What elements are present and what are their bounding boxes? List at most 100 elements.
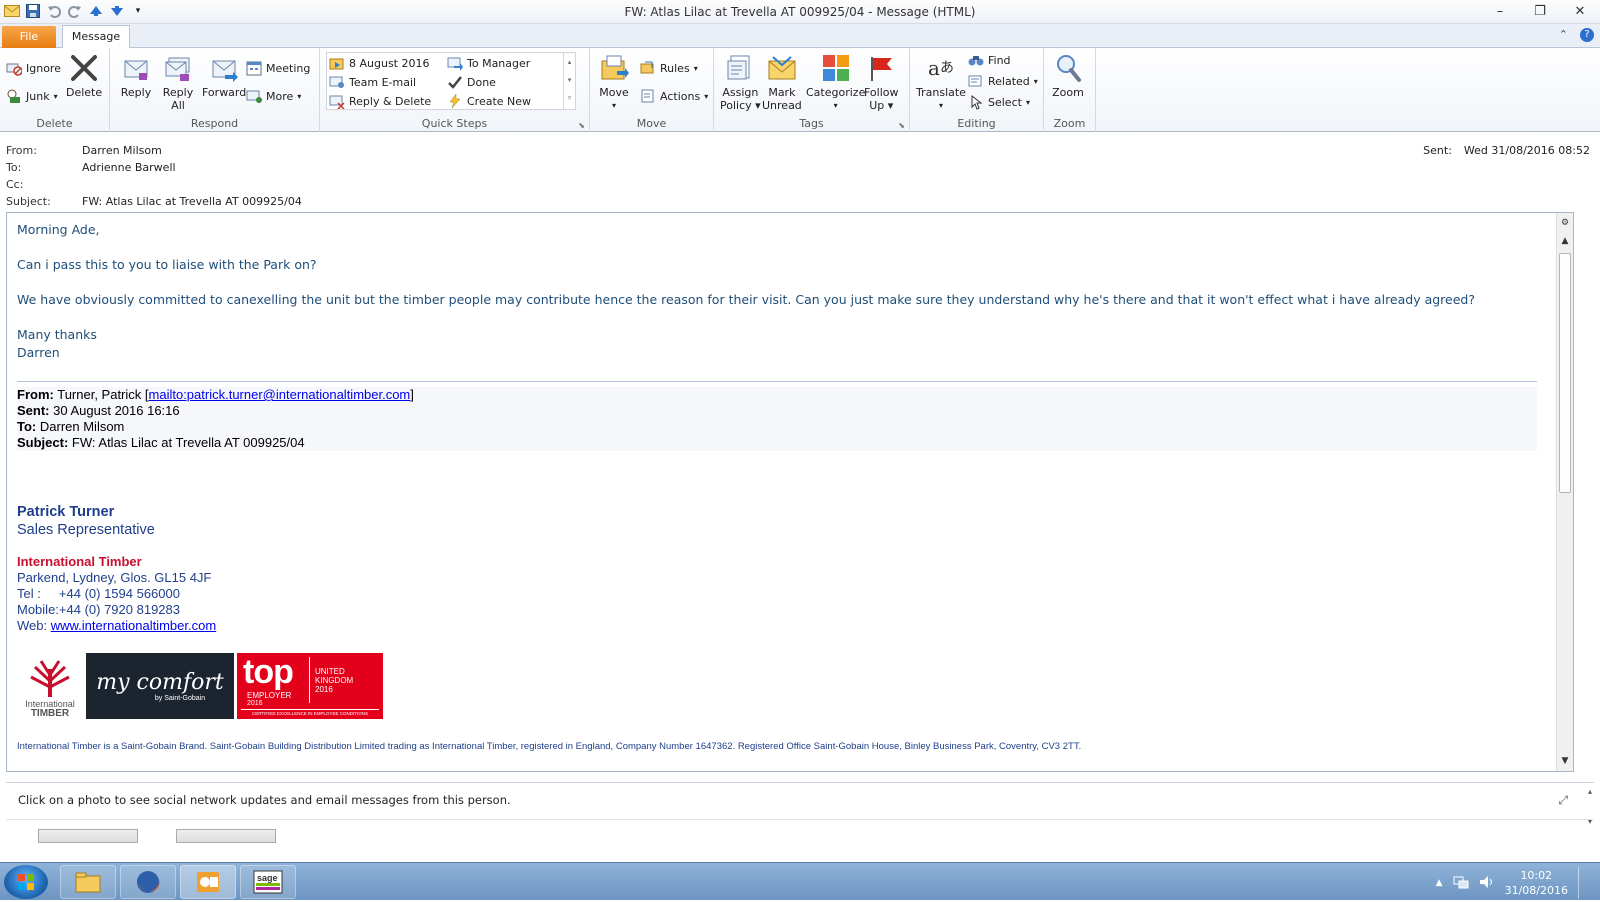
close-icon[interactable]: ✕ <box>1560 0 1600 22</box>
contact-photo[interactable] <box>38 829 138 843</box>
forward-icon <box>208 52 240 84</box>
minimize-icon[interactable]: – <box>1480 0 1520 22</box>
to-row: To: Adrienne Barwell <box>6 161 176 177</box>
network-icon[interactable] <box>1453 875 1469 892</box>
junk-button[interactable]: Junk ▾ <box>6 87 58 105</box>
quick-step-team-email[interactable]: Team E-mail <box>329 73 416 91</box>
mailto-link[interactable]: mailto:patrick.turner@internationaltimbe… <box>149 387 411 402</box>
pane-scroll-icon[interactable]: ▴ ▾ <box>1588 787 1592 827</box>
categorize-icon <box>820 52 852 84</box>
scroll-up-icon[interactable]: ▲ <box>1557 233 1573 249</box>
more-icon <box>246 88 262 104</box>
actions-icon <box>640 88 656 104</box>
follow-up-button[interactable]: Follow Up ▾ <box>864 52 899 112</box>
quick-step-create-new[interactable]: Create New <box>447 92 531 110</box>
delete-button[interactable]: Delete <box>66 52 102 99</box>
assign-policy-button[interactable]: Assign Policy ▾ <box>720 52 761 112</box>
firefox-icon <box>137 871 160 893</box>
taskbar-explorer[interactable] <box>60 865 116 899</box>
timber-tree-icon <box>30 660 70 697</box>
folder-icon <box>75 872 101 893</box>
collapse-ribbon-icon[interactable]: ⌃ <box>1559 28 1568 42</box>
reply-all-button[interactable]: Reply All <box>162 52 194 112</box>
clock[interactable]: 10:02 31/08/2016 <box>1505 868 1568 898</box>
delete-group: Ignore Junk ▾ Delete Delete <box>0 48 110 132</box>
signature-name: Patrick Turner <box>17 504 115 520</box>
reply-button[interactable]: Reply <box>120 52 152 99</box>
magnifier-icon <box>1052 52 1084 84</box>
start-button[interactable] <box>4 865 48 899</box>
window-title: FW: Atlas Lilac at Trevella AT 009925/04… <box>624 5 976 19</box>
meeting-button[interactable]: Meeting <box>246 59 310 77</box>
dialog-launcher-icon[interactable]: ⬊ <box>578 121 585 130</box>
website-link[interactable]: www.internationaltimber.com <box>51 618 216 633</box>
team-email-icon <box>329 74 345 90</box>
subject-text: FW: Atlas Lilac at Trevella AT 009925/04 <box>82 195 302 208</box>
taskbar: sage ▲ 10:02 31/08/2016 <box>0 862 1600 900</box>
sent-date: Wed 31/08/2016 08:52 <box>1463 144 1590 157</box>
quick-step-reply-delete[interactable]: Reply & Delete <box>329 92 431 110</box>
quick-steps-group: 8 August 2016 To Manager Team E-mail Don… <box>320 48 590 132</box>
calendar-icon <box>246 60 262 76</box>
reply-all-icon <box>162 52 194 84</box>
translate-button[interactable]: aあ Translate ▾ <box>916 52 966 112</box>
related-button[interactable]: Related ▾ <box>968 72 1038 90</box>
message-scrollbar[interactable]: ⚙ ▲ ▼ <box>1556 213 1573 771</box>
message-body[interactable]: Morning Ade, Can i pass this to you to l… <box>6 212 1574 772</box>
scroll-settings-icon[interactable]: ⚙ <box>1557 215 1573 231</box>
gallery-scroll[interactable]: ▴ ▾ ▿ <box>563 53 575 109</box>
tab-file[interactable]: File <box>2 26 56 48</box>
actions-button[interactable]: Actions ▾ <box>640 87 708 105</box>
reply-icon <box>120 52 152 84</box>
folder-move-icon <box>329 55 345 71</box>
tab-message[interactable]: Message <box>62 25 130 49</box>
taskbar-outlook[interactable] <box>180 865 236 899</box>
ignore-button[interactable]: Ignore <box>6 59 61 77</box>
mark-unread-button[interactable]: Mark Unread <box>762 52 802 112</box>
respond-group: Reply Reply All Forward Meeting More ▾ Re… <box>110 48 320 132</box>
sent-info: Sent: Wed 31/08/2016 08:52 <box>1423 144 1590 157</box>
window-controls: – ❐ ✕ <box>1480 0 1600 22</box>
dialog-launcher-icon[interactable]: ⬊ <box>898 121 905 130</box>
ribbon-tabs: File Message ⌃ ? <box>0 24 1600 49</box>
find-button[interactable]: Find <box>968 51 1011 69</box>
signature-company: International Timber <box>17 554 142 569</box>
sender-name[interactable]: Darren Milsom <box>82 144 162 160</box>
junk-icon <box>6 88 22 104</box>
subject-row: Subject: FW: Atlas Lilac at Trevella AT … <box>6 195 302 211</box>
top-employer-logo: top EMPLOYER 2016 UNITED KINGDOM 2016 CE… <box>237 653 383 719</box>
checkmark-icon <box>447 74 463 90</box>
international-timber-logo: International TIMBER <box>17 653 83 719</box>
lightning-icon <box>447 93 463 109</box>
restore-icon[interactable]: ❐ <box>1520 0 1560 22</box>
help-icon[interactable]: ? <box>1580 28 1594 42</box>
move-button[interactable]: Move ▾ <box>598 52 630 112</box>
signature-logos: International TIMBER my comfort by Saint… <box>17 653 383 719</box>
ribbon: Ignore Junk ▾ Delete Delete Reply Reply A… <box>0 48 1600 132</box>
tags-group: Assign Policy ▾ Mark Unread Categorize ▾… <box>714 48 910 132</box>
taskbar-firefox[interactable] <box>120 865 176 899</box>
scroll-thumb[interactable] <box>1559 253 1571 493</box>
rules-button[interactable]: Rules ▾ <box>640 59 698 77</box>
more-button[interactable]: More ▾ <box>246 87 301 105</box>
cc-row: Cc: <box>6 178 24 191</box>
quick-step-done[interactable]: Done <box>447 73 496 91</box>
quick-step-8-august[interactable]: 8 August 2016 <box>329 54 429 72</box>
people-pane-message: Click on a photo to see social network u… <box>18 793 511 807</box>
taskbar-sage[interactable]: sage <box>240 865 296 899</box>
expand-pane-icon[interactable]: ⤢ <box>1558 793 1568 808</box>
categorize-button[interactable]: Categorize ▾ <box>806 52 865 112</box>
quick-step-to-manager[interactable]: To Manager <box>447 54 530 72</box>
volume-icon[interactable] <box>1479 875 1495 892</box>
message-header: From: Darren Milsom To: Adrienne Barwell… <box>0 140 1600 210</box>
select-button[interactable]: Select ▾ <box>968 93 1030 111</box>
forward-button[interactable]: Forward <box>202 52 246 99</box>
recipient-name[interactable]: Adrienne Barwell <box>82 161 176 177</box>
zoom-button[interactable]: Zoom <box>1052 52 1084 99</box>
scroll-down-icon[interactable]: ▼ <box>1557 753 1573 769</box>
show-hidden-icons-icon[interactable]: ▲ <box>1436 878 1443 888</box>
people-pane: Click on a photo to see social network u… <box>6 782 1594 843</box>
binoculars-icon <box>968 52 984 68</box>
contact-photo[interactable] <box>176 829 276 843</box>
show-desktop-button[interactable] <box>1578 867 1588 899</box>
